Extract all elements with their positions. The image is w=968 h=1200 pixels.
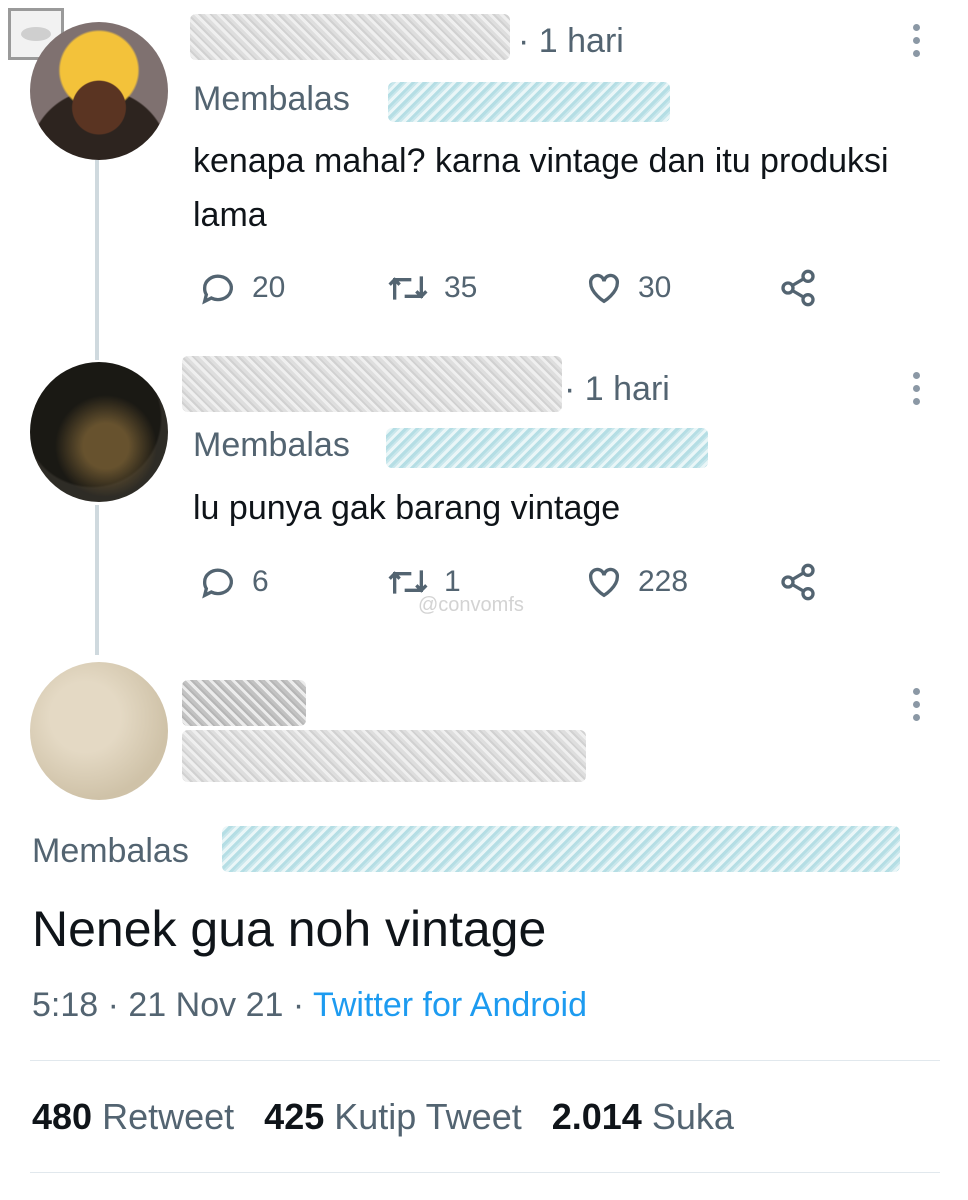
likes-stat[interactable]: 2.014 Suka xyxy=(552,1096,734,1137)
tweet-stats: 480 Retweet 425 Kutip Tweet 2.014 Suka xyxy=(32,1096,734,1138)
reply-time: · 1 hari xyxy=(518,22,624,60)
avatar[interactable] xyxy=(30,22,168,160)
like-icon xyxy=(588,273,620,304)
censored-mention[interactable] xyxy=(222,826,900,872)
retweet-icon xyxy=(388,276,428,300)
thread-line xyxy=(95,160,99,360)
tweet-thread: · 1 hari Membalas kenapa mahal? karna vi… xyxy=(0,0,968,1200)
like-count: 30 xyxy=(638,271,672,304)
share-icon xyxy=(781,563,815,601)
like-button[interactable]: 228 xyxy=(584,562,688,602)
retweet-total: 480 xyxy=(32,1096,93,1137)
watermark-text: @convomfs xyxy=(418,594,524,616)
reply-text: kenapa mahal? karna vintage dan itu prod… xyxy=(193,142,889,234)
more-icon[interactable] xyxy=(912,24,922,63)
tweet-timestamp: 5:18 · 21 Nov 21 · Twitter for Android xyxy=(32,986,587,1025)
timestamp-text: 5:18 · 21 Nov 21 · xyxy=(32,986,313,1024)
censored-username xyxy=(182,356,562,412)
tweet-source-link[interactable]: Twitter for Android xyxy=(313,986,587,1024)
quote-label: Kutip Tweet xyxy=(334,1096,522,1137)
reply-time: · 1 hari xyxy=(564,370,670,408)
share-icon xyxy=(781,269,815,307)
censored-display-name xyxy=(182,680,306,726)
replying-to-label: Membalas xyxy=(193,80,350,118)
like-icon xyxy=(588,567,620,598)
reply-icon xyxy=(202,568,233,599)
more-icon[interactable] xyxy=(912,688,922,727)
retweet-button[interactable]: 35 xyxy=(386,268,477,308)
replying-to-label: Membalas xyxy=(193,426,350,464)
reply-text: lu punya gak barang vintage xyxy=(193,489,621,527)
like-total: 2.014 xyxy=(551,1096,642,1137)
retweet-label: Retweet xyxy=(102,1096,235,1137)
tweet-text: Nenek gua noh vintage xyxy=(32,901,547,957)
thread-line xyxy=(95,505,99,655)
quote-total: 425 xyxy=(264,1096,325,1137)
like-label: Suka xyxy=(651,1096,734,1137)
reply-count: 6 xyxy=(252,565,269,598)
reply-count: 20 xyxy=(252,271,286,304)
like-count: 228 xyxy=(638,565,689,598)
censored-mention[interactable] xyxy=(386,428,708,468)
censored-username xyxy=(190,14,510,60)
censored-mention[interactable] xyxy=(388,82,670,122)
reply-icon xyxy=(202,274,233,305)
reply-button[interactable]: 6 xyxy=(198,562,269,602)
share-button[interactable] xyxy=(778,562,832,602)
retweets-stat[interactable]: 480 Retweet xyxy=(32,1096,234,1137)
avatar[interactable] xyxy=(30,362,168,502)
replying-to-label: Membalas xyxy=(32,832,189,870)
like-button[interactable]: 30 xyxy=(584,268,671,308)
divider xyxy=(30,1060,940,1061)
reply-button[interactable]: 20 xyxy=(198,268,285,308)
divider xyxy=(30,1172,940,1173)
more-icon[interactable] xyxy=(912,372,922,411)
avatar[interactable] xyxy=(30,662,168,800)
censored-handle xyxy=(182,730,586,782)
retweet-count: 35 xyxy=(444,271,478,304)
share-button[interactable] xyxy=(778,268,832,308)
quotes-stat[interactable]: 425 Kutip Tweet xyxy=(264,1096,522,1137)
